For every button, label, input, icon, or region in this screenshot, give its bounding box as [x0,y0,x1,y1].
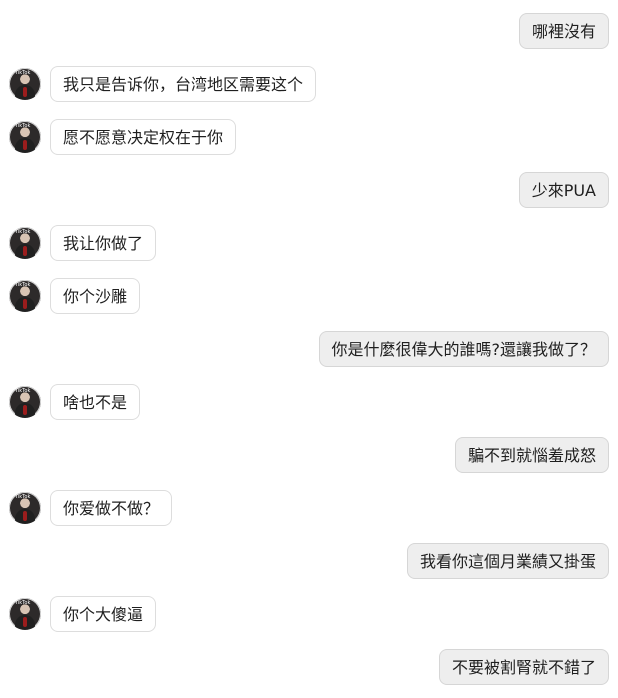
message-row-10: TikTok 你爱做不做？ [9,490,173,526]
message-bubble-13: 不要被割腎就不錯了 [438,649,609,685]
tiktok-icon: TikTok [15,388,31,394]
message-bubble-9: 騙不到就惱羞成怒 [454,437,609,473]
message-bubble-10: 你爱做不做？ [50,490,173,526]
user-avatar-5[interactable]: TikTok [9,227,41,259]
chat-transcript: 哪裡沒有 TikTok 我只是告诉你，台湾地区需要这个 TikTok 愿不愿意决… [0,0,618,698]
message-row-6: TikTok 你个沙雕 [9,278,141,314]
message-bubble-4: 少來PUA [518,172,609,208]
message-bubble-7: 你是什麼很偉大的誰嗎?還讓我做了？ [318,331,609,367]
message-row-7: 你是什麼很偉大的誰嗎?還讓我做了？ [318,331,609,367]
message-bubble-2: 我只是告诉你，台湾地区需要这个 [50,66,317,102]
message-row-5: TikTok 我让你做了 [9,225,157,261]
message-row-8: TikTok 啥也不是 [9,384,141,420]
user-avatar-2[interactable]: TikTok [9,68,41,100]
message-row-4: 少來PUA [518,172,609,208]
user-avatar-6[interactable]: TikTok [9,280,41,312]
message-bubble-12: 你个大傻逼 [50,596,157,632]
message-row-13: 不要被割腎就不錯了 [438,649,609,685]
message-row-12: TikTok 你个大傻逼 [9,596,157,632]
tiktok-icon: TikTok [15,282,31,288]
tiktok-icon: TikTok [15,600,31,606]
tiktok-icon: TikTok [15,494,31,500]
message-row-11: 我看你這個月業績又掛蛋 [406,543,609,579]
message-bubble-1: 哪裡沒有 [518,13,609,49]
user-avatar-8[interactable]: TikTok [9,386,41,418]
message-row-3: TikTok 愿不愿意决定权在于你 [9,119,237,155]
message-row-2: TikTok 我只是告诉你，台湾地区需要这个 [9,66,317,102]
message-row-1: 哪裡沒有 [518,13,609,49]
tiktok-icon: TikTok [15,123,31,129]
user-avatar-12[interactable]: TikTok [9,598,41,630]
user-avatar-10[interactable]: TikTok [9,492,41,524]
user-avatar-3[interactable]: TikTok [9,121,41,153]
message-bubble-5: 我让你做了 [50,225,157,261]
tiktok-icon: TikTok [15,229,31,235]
message-row-9: 騙不到就惱羞成怒 [454,437,609,473]
tiktok-icon: TikTok [15,70,31,76]
message-bubble-6: 你个沙雕 [50,278,141,314]
message-bubble-3: 愿不愿意决定权在于你 [50,119,237,155]
message-bubble-11: 我看你這個月業績又掛蛋 [406,543,609,579]
message-bubble-8: 啥也不是 [50,384,141,420]
